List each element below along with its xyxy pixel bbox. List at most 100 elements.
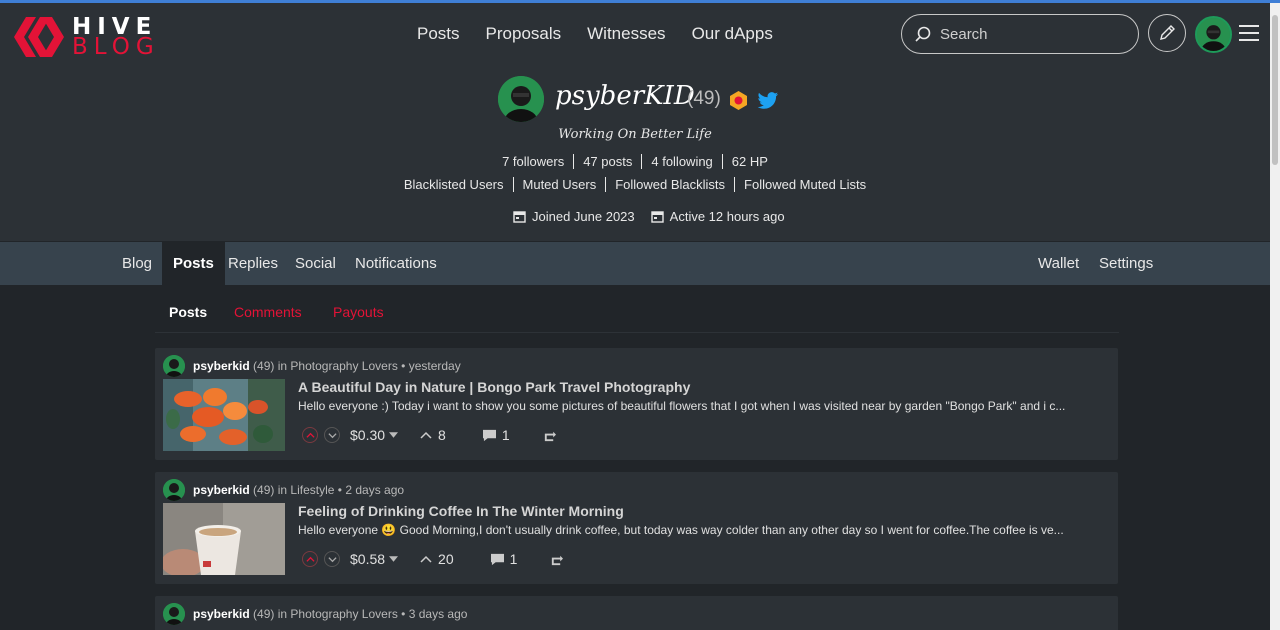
profile-avatar-image [498,76,544,122]
community-link[interactable]: Lifestyle [290,483,334,497]
downvote-button[interactable] [324,551,340,567]
followed-muted-lists-link[interactable]: Followed Muted Lists [734,177,875,192]
flowers-image [163,379,285,451]
caret-down-icon[interactable] [389,432,399,438]
tab-replies[interactable]: Replies [217,242,289,285]
post-title[interactable]: A Beautiful Day in Nature | Bongo Park T… [298,379,690,395]
user-avatar[interactable] [1195,16,1232,53]
profile-about: Working On Better Life [558,127,712,142]
logo-text-blog: BLOG [72,34,160,60]
author-avatar[interactable] [163,355,185,377]
comments-count[interactable]: 1 [482,427,510,443]
followed-blacklists-link[interactable]: Followed Blacklists [605,177,734,192]
author-avatar[interactable] [163,479,185,501]
twitter-icon[interactable] [757,91,779,111]
votes-number: 8 [438,427,446,443]
tab-posts[interactable]: Posts [162,242,225,285]
search-box[interactable] [901,14,1139,54]
post-card[interactable]: psyberkid (49) in Photography Lovers • 3… [155,596,1118,630]
reblog-icon[interactable] [542,429,557,442]
posts-count: 47 posts [573,154,641,169]
tab-social[interactable]: Social [284,242,347,285]
profile-avatar [498,76,544,122]
post-time: • yesterday [401,359,461,373]
post-meta: psyberkid (49) in Lifestyle • 2 days ago [163,479,404,501]
comment-icon [482,429,496,441]
post-actions: $0.30 8 1 [302,427,557,443]
author-name[interactable]: psyberkid [193,483,250,497]
profile-name: psyberKID [555,81,695,111]
post-meta: psyberkid (49) in Photography Lovers • y… [163,355,461,377]
post-meta: psyberkid (49) in Photography Lovers • 3… [163,603,467,625]
blacklisted-users-link[interactable]: Blacklisted Users [395,177,513,192]
post-thumbnail[interactable] [163,503,285,575]
page-scrollbar[interactable] [1270,3,1280,630]
post-subtabs: Posts Comments Payouts [155,292,1119,333]
hive-logo-icon [14,17,64,57]
hamburger-menu-icon[interactable] [1239,25,1259,46]
author-name[interactable]: psyberkid [193,607,250,621]
author-avatar[interactable] [163,603,185,625]
active-date: Active 12 hours ago [650,209,785,224]
write-post-button[interactable] [1148,14,1186,52]
subtab-payouts[interactable]: Payouts [333,304,384,320]
tab-settings[interactable]: Settings [1088,242,1164,285]
post-card[interactable]: psyberkid (49) in Photography Lovers • y… [155,348,1118,460]
post-title[interactable]: Feeling of Drinking Coffee In The Winter… [298,503,624,519]
reblog-icon[interactable] [549,553,564,566]
active-text: Active 12 hours ago [669,209,785,224]
in-label: in [277,607,288,621]
downvote-button[interactable] [324,427,340,443]
tab-notifications[interactable]: Notifications [344,242,448,285]
profile-lists: Blacklisted Users Muted Users Followed Bla… [0,177,1270,192]
community-link[interactable]: Photography Lovers [290,607,397,621]
tab-wallet[interactable]: Wallet [1027,242,1090,285]
followers-link[interactable]: 7 followers [493,154,573,169]
post-summary[interactable]: Hello everyone :) Today i want to show y… [298,399,1110,413]
caret-down-icon[interactable] [389,556,399,562]
following-link[interactable]: 4 following [641,154,721,169]
chevron-up-icon [420,555,432,563]
coffee-image [163,503,285,575]
calendar-icon [513,211,526,223]
nav-proposals[interactable]: Proposals [486,23,562,45]
community-link[interactable]: Photography Lovers [290,359,397,373]
nav-witnesses[interactable]: Witnesses [587,23,665,45]
upvote-button[interactable] [302,551,318,567]
post-time: • 3 days ago [401,607,468,621]
profile-dates: Joined June 2023 Active 12 hours ago [513,209,801,224]
votes-count[interactable]: 8 [420,427,446,443]
profile-stats: 7 followers 47 posts 4 following 62 HP [0,154,1270,169]
search-input[interactable] [940,25,1120,43]
profile-reputation: (49) [687,88,721,109]
payout-value[interactable]: $0.30 [350,427,385,443]
comments-number: 1 [509,551,518,567]
author-rep: (49) [253,359,275,373]
author-name[interactable]: psyberkid [193,359,250,373]
in-label: in [277,483,288,497]
nav-posts[interactable]: Posts [417,23,460,45]
chevron-up-icon [420,431,432,439]
profile-tabs: Blog Posts Replies Social Notifications … [0,242,1270,285]
payout-value[interactable]: $0.58 [350,551,385,567]
post-summary[interactable]: Hello everyone 😃 Good Morning,I don't us… [298,523,1110,537]
upvote-button[interactable] [302,427,318,443]
muted-users-link[interactable]: Muted Users [512,177,606,192]
chevron-down-icon [327,432,337,438]
post-card[interactable]: psyberkid (49) in Lifestyle • 2 days ago… [155,472,1118,584]
tab-blog[interactable]: Blog [111,242,163,285]
post-thumbnail[interactable] [163,379,285,451]
comments-count[interactable]: 1 [490,551,518,567]
hive-logo[interactable]: HIVE BLOG [14,15,160,59]
votes-count[interactable]: 20 [420,551,454,567]
subtab-posts[interactable]: Posts [169,304,207,320]
subtab-comments[interactable]: Comments [234,304,302,320]
chevron-up-icon [305,556,315,562]
votes-number: 20 [438,551,454,567]
scrollbar-thumb[interactable] [1272,15,1278,165]
calendar-icon [650,211,664,223]
joined-date: Joined June 2023 [513,209,635,224]
avatar-image [1197,18,1230,51]
post-actions: $0.58 20 1 [302,551,564,567]
nav-our-dapps[interactable]: Our dApps [692,23,773,45]
